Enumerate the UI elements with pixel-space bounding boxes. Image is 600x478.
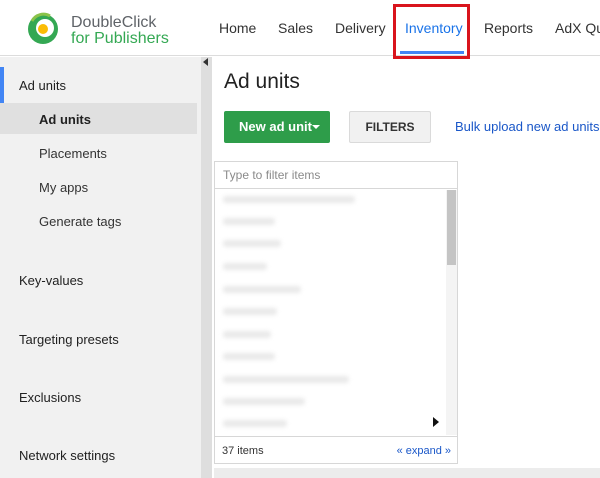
top-header: DoubleClick for Publishers Home Sales De…	[0, 0, 600, 59]
filter-items-input[interactable]	[215, 162, 457, 189]
list-item[interactable]	[223, 353, 275, 360]
sidebar-section-targeting-presets[interactable]: Targeting presets	[19, 332, 119, 347]
nav-home[interactable]: Home	[219, 0, 256, 56]
sidebar-selected-background	[0, 103, 197, 134]
list-item[interactable]	[223, 420, 287, 427]
sidebar-item-placements[interactable]: Placements	[39, 146, 107, 161]
sidebar-item-my-apps[interactable]: My apps	[39, 180, 88, 195]
sidebar-section-exclusions[interactable]: Exclusions	[19, 390, 81, 405]
ad-unit-tree-panel: 37 items « expand »	[214, 161, 458, 464]
sidebar: Ad units Ad units Placements My apps Gen…	[0, 57, 204, 478]
collapse-left-icon[interactable]	[203, 58, 208, 66]
list-item[interactable]	[223, 196, 355, 203]
list-item[interactable]	[223, 286, 301, 293]
list-item[interactable]	[223, 331, 271, 338]
sidebar-section-key-values[interactable]: Key-values	[19, 273, 83, 288]
bulk-upload-link[interactable]: Bulk upload new ad units	[455, 119, 600, 134]
expand-link[interactable]: « expand »	[397, 445, 451, 457]
dropdown-caret-icon	[312, 125, 320, 129]
list-item[interactable]	[223, 240, 281, 247]
nav-reports[interactable]: Reports	[484, 0, 533, 56]
list-item[interactable]	[223, 398, 305, 405]
list-scrollbar-thumb[interactable]	[447, 190, 456, 265]
sidebar-item-ad-units[interactable]: Ad units	[39, 112, 91, 127]
horizontal-scrollbar[interactable]	[214, 468, 600, 478]
nav-delivery[interactable]: Delivery	[335, 0, 386, 56]
list-item[interactable]	[223, 263, 267, 270]
nav-sales[interactable]: Sales	[278, 0, 313, 56]
logo-text-publishers: for Publishers	[71, 30, 169, 47]
inventory-highlight-annotation	[393, 4, 470, 59]
nav-adx-queries[interactable]: AdX Que	[555, 0, 600, 56]
sidebar-collapse-handle[interactable]	[201, 57, 212, 478]
ad-unit-list	[215, 190, 445, 435]
sidebar-section-network-settings[interactable]: Network settings	[19, 448, 115, 463]
tree-panel-footer: 37 items « expand »	[215, 436, 457, 463]
item-count: 37 items	[222, 445, 264, 457]
filters-button[interactable]: FILTERS	[349, 111, 431, 143]
list-item[interactable]	[223, 376, 349, 383]
page-title: Ad units	[224, 70, 300, 93]
list-item[interactable]	[223, 308, 277, 315]
list-item[interactable]	[223, 218, 275, 225]
doubleclick-logo-icon	[28, 12, 58, 44]
sidebar-item-generate-tags[interactable]: Generate tags	[39, 214, 121, 229]
sidebar-section-ad-units[interactable]: Ad units	[19, 78, 66, 93]
expand-right-icon[interactable]	[433, 417, 439, 427]
new-ad-unit-button[interactable]: New ad unit	[224, 111, 330, 143]
new-ad-unit-label: New ad unit	[239, 119, 312, 134]
doubleclick-logo[interactable]: DoubleClick for Publishers	[26, 12, 186, 47]
